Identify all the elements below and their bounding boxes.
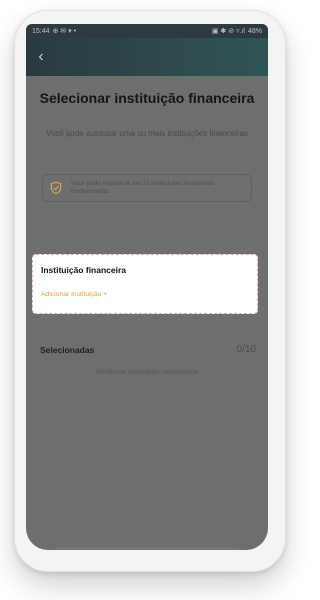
continue-button[interactable]: [52, 546, 242, 550]
page-title: Selecionar instituição financeira: [39, 90, 255, 106]
info-text: Você pode relacionar até 10 instituições…: [71, 180, 215, 195]
status-bar: 15:44 ⊕ ✉ ▾ • ▣ ✱ ⊘ ▿.ıl 48%: [26, 24, 268, 38]
info-box: Você pode relacionar até 10 instituições…: [42, 174, 252, 202]
add-institution-link[interactable]: Adicionar instituição +: [41, 291, 107, 298]
status-bar-left: 15:44 ⊕ ✉ ▾ •: [32, 27, 77, 36]
status-bar-right: ▣ ✱ ⊘ ▿.ıl 48%: [211, 27, 262, 36]
status-time: 15:44: [32, 27, 50, 35]
page-subtitle: Você pode autorizar uma ou mais institui…: [46, 129, 248, 138]
back-arrow-icon[interactable]: ‹: [32, 48, 50, 66]
selected-label: Selecionadas: [40, 344, 95, 355]
institution-card: Instituição financeira Adicionar institu…: [32, 254, 258, 314]
empty-selection-text: Nenhuma instituição selecionada: [95, 369, 199, 376]
selected-header: Selecionadas 0/10: [40, 344, 256, 355]
status-right-icons: ▣ ✱ ⊘ ▿.ıl: [211, 28, 245, 35]
selected-count: 0/10: [236, 344, 256, 355]
app-screen: 15:44 ⊕ ✉ ▾ • ▣ ✱ ⊘ ▿.ıl 48% ‹ Seleciona…: [26, 24, 268, 550]
battery-level: 48%: [247, 27, 262, 35]
shield-check-icon: [50, 181, 62, 195]
app-header: ‹: [26, 38, 268, 76]
status-left-icons: ⊕ ✉ ▾ •: [52, 28, 77, 35]
institution-card-title: Instituição financeira: [41, 265, 127, 275]
page-content: Selecionar instituição financeira Você p…: [26, 76, 268, 550]
